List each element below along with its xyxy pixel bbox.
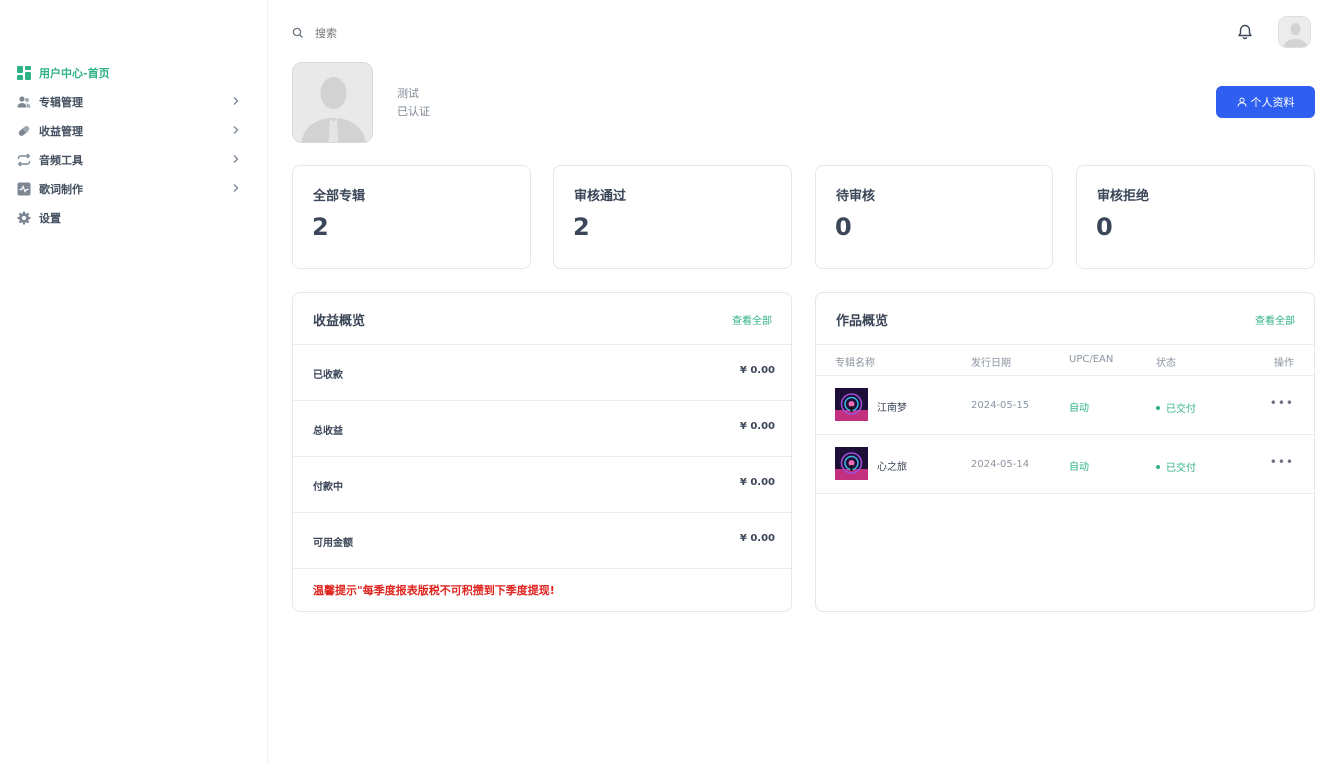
sidebar-item-home[interactable]: 用户中心-首页 — [0, 58, 268, 87]
bell-icon[interactable] — [1236, 23, 1254, 41]
table-row[interactable]: 江南梦 2024-05-15 自动 已交付 ••• — [816, 376, 1314, 435]
sidebar-item-label: 设置 — [39, 211, 61, 225]
release-date: 2024-05-15 — [971, 400, 1030, 411]
album-name[interactable]: 心之旅 — [877, 458, 907, 473]
sidebar-item-audio-tools[interactable]: 音频工具 — [0, 145, 268, 174]
stat-card-pending: 待审核 0 — [815, 165, 1053, 269]
chevron-right-icon — [233, 126, 239, 134]
income-label: 可用金额 — [313, 538, 353, 549]
income-value: ¥ 0.00 — [739, 477, 775, 488]
panel-title: 作品概览 — [836, 314, 889, 329]
profile-button-label: 个人资料 — [1250, 97, 1295, 109]
sidebar-item-label: 收益管理 — [39, 124, 83, 138]
pill-icon — [17, 124, 31, 138]
view-all-link[interactable]: 查看全部 — [732, 312, 772, 327]
panel-title: 收益概览 — [313, 314, 366, 329]
release-date: 2024-05-14 — [971, 459, 1030, 470]
status-badge: 已交付 — [1156, 400, 1196, 415]
stat-value: 2 — [573, 213, 590, 241]
more-actions-button[interactable]: ••• — [1270, 396, 1294, 410]
album-cover — [835, 447, 868, 480]
upc-value: 自动 — [1069, 462, 1089, 473]
sidebar-item-lyrics[interactable]: 歌词制作 — [0, 174, 268, 203]
sidebar-nav: 用户中心-首页 专辑管理 收益管理 音频工具 歌词制作 设置 — [0, 58, 268, 232]
sidebar-item-income[interactable]: 收益管理 — [0, 116, 268, 145]
profile-button[interactable]: 个人资料 — [1216, 86, 1315, 118]
chevron-right-icon — [233, 97, 239, 105]
income-row: 可用金额 ¥ 0.00 — [293, 513, 791, 569]
user-silhouette-icon — [1279, 17, 1310, 47]
table-row[interactable]: 心之旅 2024-05-14 自动 已交付 ••• — [816, 435, 1314, 494]
income-row: 已收款 ¥ 0.00 — [293, 345, 791, 401]
status-dot-icon — [1156, 464, 1160, 469]
stat-card-all-albums: 全部专辑 2 — [292, 165, 531, 269]
gear-icon — [17, 211, 31, 225]
panel-header: 作品概览 查看全部 — [816, 293, 1314, 345]
profile-name: 测试 — [397, 87, 419, 100]
view-all-link[interactable]: 查看全部 — [1255, 312, 1295, 327]
status-badge: 已交付 — [1156, 459, 1196, 474]
album-name[interactable]: 江南梦 — [877, 399, 907, 414]
income-value: ¥ 0.00 — [739, 421, 775, 432]
status-label: 已交付 — [1166, 463, 1196, 474]
sidebar-item-label: 专辑管理 — [39, 95, 83, 109]
search-bar — [292, 24, 475, 42]
income-row: 付款中 ¥ 0.00 — [293, 457, 791, 513]
stat-value: 2 — [312, 213, 329, 241]
search-input[interactable] — [315, 26, 475, 40]
dashboard-icon — [17, 65, 31, 80]
sidebar-item-settings[interactable]: 设置 — [0, 203, 268, 232]
column-header-album-name: 专辑名称 — [835, 358, 875, 369]
income-label: 总收益 — [313, 426, 343, 437]
table-header: 专辑名称 发行日期 UPC/EAN 状态 操作 — [816, 345, 1314, 376]
sidebar-item-label: 音频工具 — [39, 153, 83, 167]
warning-tip: 温馨提示"每季度报表版税不可积攒到下季度提现! — [313, 584, 555, 597]
stat-title: 全部专辑 — [313, 189, 366, 204]
status-label: 已交付 — [1166, 404, 1196, 415]
income-value: ¥ 0.00 — [739, 365, 775, 376]
sidebar: 用户中心-首页 专辑管理 收益管理 音频工具 歌词制作 设置 — [0, 0, 268, 763]
status-dot-icon — [1156, 405, 1160, 410]
user-icon — [1237, 97, 1246, 107]
repeat-icon — [17, 152, 31, 167]
stat-title: 审核拒绝 — [1097, 189, 1150, 204]
avatar[interactable] — [1278, 16, 1311, 48]
upc-value: 自动 — [1069, 403, 1089, 414]
more-actions-button[interactable]: ••• — [1270, 455, 1294, 469]
income-label: 已收款 — [313, 370, 343, 381]
stat-card-approved: 审核通过 2 — [553, 165, 792, 269]
album-cover — [835, 388, 868, 421]
chevron-right-icon — [233, 184, 239, 192]
stat-value: 0 — [835, 213, 852, 241]
search-icon — [292, 27, 303, 38]
stat-value: 0 — [1096, 213, 1113, 241]
column-header-upc: UPC/EAN — [1069, 354, 1114, 365]
income-row: 总收益 ¥ 0.00 — [293, 401, 791, 457]
income-overview-panel: 收益概览 查看全部 已收款 ¥ 0.00 总收益 ¥ 0.00 付款中 ¥ 0.… — [292, 292, 792, 612]
profile-verified-status: 已认证 — [397, 105, 430, 118]
stat-title: 待审核 — [836, 189, 876, 204]
activity-icon — [17, 182, 31, 196]
income-label: 付款中 — [313, 482, 343, 493]
column-header-status: 状态 — [1156, 358, 1176, 369]
income-value: ¥ 0.00 — [739, 533, 775, 544]
stat-card-rejected: 审核拒绝 0 — [1076, 165, 1315, 269]
sidebar-item-albums[interactable]: 专辑管理 — [0, 87, 268, 116]
profile-avatar — [292, 62, 373, 143]
panel-header: 收益概览 查看全部 — [293, 293, 791, 345]
sidebar-item-label: 用户中心-首页 — [39, 66, 110, 80]
users-icon — [17, 95, 31, 109]
column-header-actions: 操作 — [1274, 358, 1294, 369]
column-header-release-date: 发行日期 — [971, 358, 1011, 369]
sidebar-item-label: 歌词制作 — [39, 182, 83, 196]
works-overview-panel: 作品概览 查看全部 专辑名称 发行日期 UPC/EAN 状态 操作 江南梦 20… — [815, 292, 1315, 612]
user-silhouette-icon — [293, 63, 372, 142]
stat-title: 审核通过 — [574, 189, 627, 204]
chevron-right-icon — [233, 155, 239, 163]
